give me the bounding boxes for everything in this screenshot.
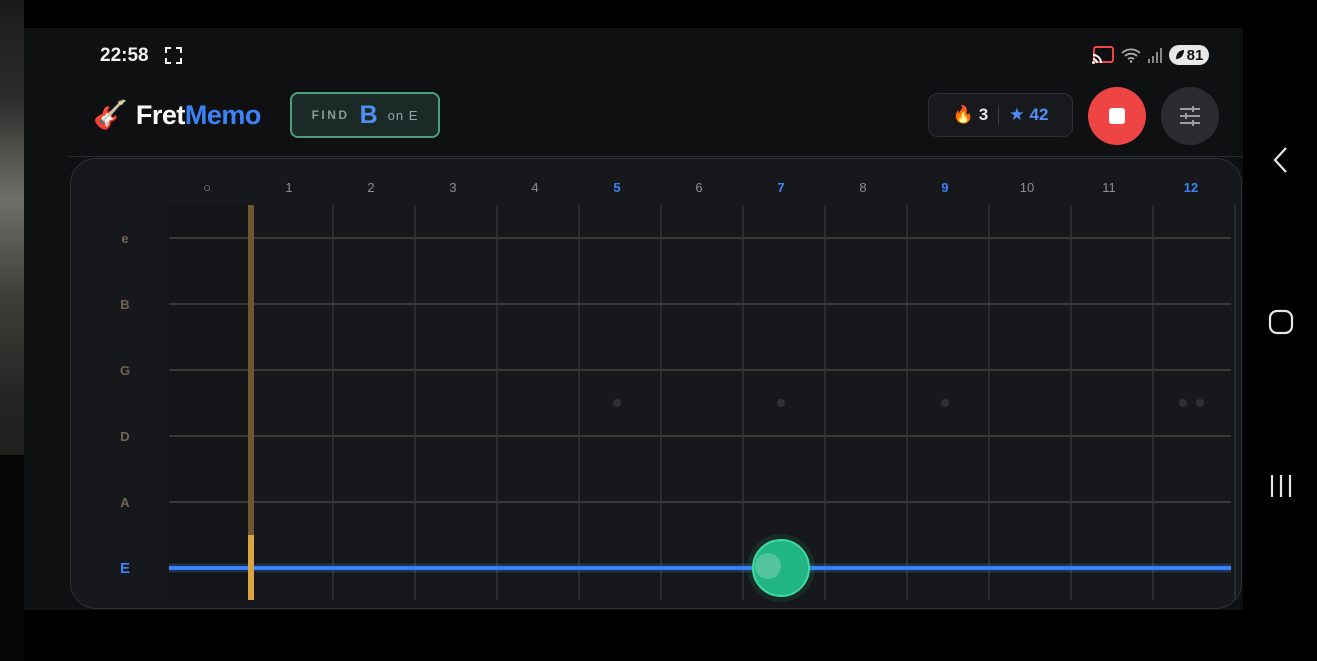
cast-icon <box>1092 46 1114 64</box>
find-prompt: FIND B on E <box>290 92 440 138</box>
battery-saver-icon <box>1175 50 1184 59</box>
streak-counter: 🔥 3 <box>953 105 989 125</box>
stars-value: 42 <box>1029 105 1049 124</box>
open-column <box>167 205 251 600</box>
stars-counter: ★ 42 <box>1009 105 1048 125</box>
stats-divider <box>998 105 1000 125</box>
fret-number: 12 <box>1184 180 1198 195</box>
stop-button[interactable] <box>1088 87 1146 145</box>
inlay-dot <box>777 399 785 407</box>
fret-number: 6 <box>695 180 702 195</box>
inlay-dot <box>1179 399 1187 407</box>
app-logo: 🎸 FretMemo <box>93 97 261 133</box>
fret-number: 1 <box>285 180 292 195</box>
fire-icon: 🔥 <box>952 105 974 124</box>
guitar-icon: 🎸 <box>93 99 128 130</box>
fret-number: 4 <box>531 180 538 195</box>
score-panel: 🔥 3 ★ 42 <box>928 93 1073 137</box>
background-photo-strip <box>0 0 24 661</box>
sliders-icon <box>1180 106 1200 126</box>
fret-number: 9 <box>941 180 948 195</box>
app-title-fret: Fret <box>135 100 186 130</box>
fret-number: 5 <box>613 180 620 195</box>
find-label: FIND <box>311 108 350 122</box>
fret-number: 10 <box>1020 180 1034 195</box>
touch-indicator <box>755 553 781 579</box>
string-label: G <box>120 363 130 378</box>
fullscreen-icon <box>165 47 182 64</box>
string-label: A <box>120 495 130 510</box>
fretboard-canvas: eBGDAE○ 1 2 3 4 5 6 7 8 9 10 11 12 <box>120 180 1236 602</box>
header-divider <box>69 156 1243 157</box>
battery-indicator: 81 <box>1169 45 1209 65</box>
fret-number: ○ <box>203 180 211 195</box>
status-time: 22:58 <box>100 45 149 66</box>
inlay-dot <box>941 399 949 407</box>
string-label: D <box>120 429 129 444</box>
fret-number: 8 <box>859 180 866 195</box>
app-title-memo: Memo <box>184 100 262 130</box>
app-screen: 22:58 81 🎸 FretMemo FIND B on E 🔥 3 ★ 42… <box>24 28 1243 610</box>
battery-level: 81 <box>1186 46 1204 64</box>
status-icons: 81 <box>1092 44 1209 66</box>
string-label: E <box>120 560 130 577</box>
star-icon: ★ <box>1009 105 1025 124</box>
fretboard: e B G D A E ○ 1 2 3 4 5 6 7 8 9 10 11 12 <box>70 158 1242 609</box>
recents-nav-icon[interactable] <box>1268 474 1294 498</box>
fret-number: 7 <box>777 180 784 195</box>
inlay-dot <box>1196 399 1204 407</box>
target-note: B <box>359 100 378 129</box>
streak-value: 3 <box>978 105 989 124</box>
inlay-dot <box>613 399 621 407</box>
wifi-icon <box>1121 48 1141 63</box>
signal-icon <box>1148 48 1162 63</box>
app-title: FretMemo <box>135 97 262 133</box>
target-string: on E <box>387 107 419 123</box>
stop-icon <box>1109 108 1125 124</box>
home-nav-icon[interactable] <box>1268 309 1294 335</box>
fret-number: 2 <box>367 180 374 195</box>
string-label: B <box>120 297 129 312</box>
settings-button[interactable] <box>1161 87 1219 145</box>
back-nav-icon[interactable] <box>1270 145 1292 175</box>
string-label: e <box>121 231 128 246</box>
fret-number: 3 <box>449 180 456 195</box>
fret-number: 11 <box>1102 180 1116 195</box>
nut-highlight <box>248 535 254 600</box>
